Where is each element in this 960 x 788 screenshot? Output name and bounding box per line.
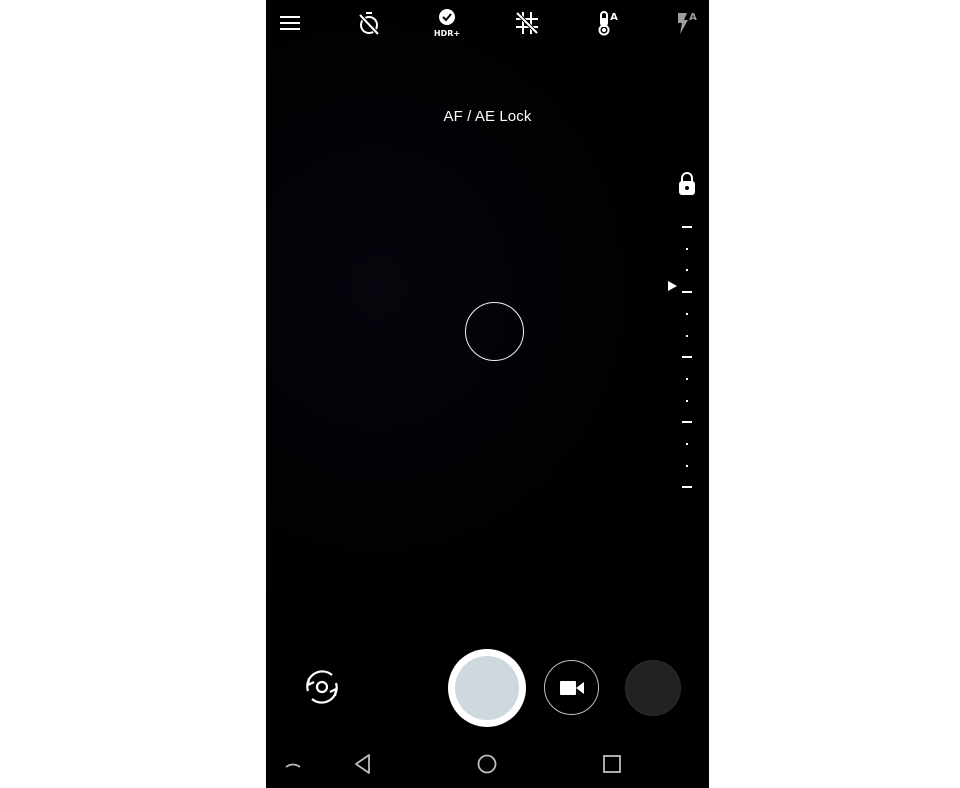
video-camera-icon xyxy=(559,680,584,695)
camera-app: HDR+ A A AF / AE Lock xyxy=(266,0,709,788)
white-balance-auto-icon: A xyxy=(598,11,618,36)
nav-home-button[interactable] xyxy=(473,750,501,778)
exposure-major-tick xyxy=(682,356,692,359)
video-mode-button[interactable] xyxy=(544,660,599,715)
exposure-minor-dot xyxy=(686,247,688,250)
grid-off-icon xyxy=(515,11,539,35)
wb-auto-label: A xyxy=(610,12,618,23)
nav-expand-button[interactable] xyxy=(279,750,307,778)
exposure-minor-dot xyxy=(686,269,688,272)
grid-button[interactable] xyxy=(512,8,542,38)
lock-icon xyxy=(679,172,695,195)
switch-camera-button[interactable] xyxy=(300,665,344,709)
recents-square-icon xyxy=(603,755,621,773)
back-triangle-icon xyxy=(355,754,370,774)
timer-off-icon xyxy=(358,12,380,36)
focus-indicator xyxy=(465,302,524,361)
hdr-plus-icon: HDR+ xyxy=(434,9,460,38)
af-ae-lock-label: AF / AE Lock xyxy=(443,108,532,125)
timer-button[interactable] xyxy=(354,8,384,38)
exposure-lock-button[interactable] xyxy=(676,171,698,197)
nav-back-button[interactable] xyxy=(349,750,377,778)
hdr-plus-label: HDR+ xyxy=(434,29,460,38)
hdr-plus-button[interactable]: HDR+ xyxy=(432,6,462,40)
shutter-inner xyxy=(455,656,519,720)
menu-icon xyxy=(280,16,300,30)
camera-controls xyxy=(266,640,709,740)
flash-auto-label: A xyxy=(689,12,697,23)
exposure-minor-dot xyxy=(686,312,688,315)
exposure-major-tick xyxy=(682,421,692,424)
exposure-minor-dot xyxy=(686,399,688,402)
exposure-minor-dot xyxy=(686,334,688,337)
system-nav-bar xyxy=(266,740,709,788)
exposure-major-tick xyxy=(682,486,692,489)
exposure-minor-dot xyxy=(686,464,688,467)
chevron-up-icon xyxy=(285,763,301,768)
exposure-minor-dot xyxy=(686,377,688,380)
home-circle-icon xyxy=(477,754,497,774)
nav-recents-button[interactable] xyxy=(598,750,626,778)
switch-camera-icon xyxy=(306,670,338,704)
exposure-major-tick xyxy=(682,226,692,228)
shutter-button[interactable] xyxy=(448,649,526,727)
exposure-slider[interactable] xyxy=(676,220,698,496)
menu-button[interactable] xyxy=(275,8,305,38)
gallery-thumbnail[interactable] xyxy=(625,660,681,716)
exposure-marker[interactable] xyxy=(668,280,677,291)
white-balance-button[interactable]: A xyxy=(591,8,621,38)
exposure-major-tick xyxy=(682,291,692,294)
exposure-minor-dot xyxy=(686,443,688,445)
flash-auto-icon: A xyxy=(678,12,697,34)
flash-button[interactable]: A xyxy=(670,8,700,38)
top-toolbar: HDR+ A A xyxy=(266,0,709,46)
